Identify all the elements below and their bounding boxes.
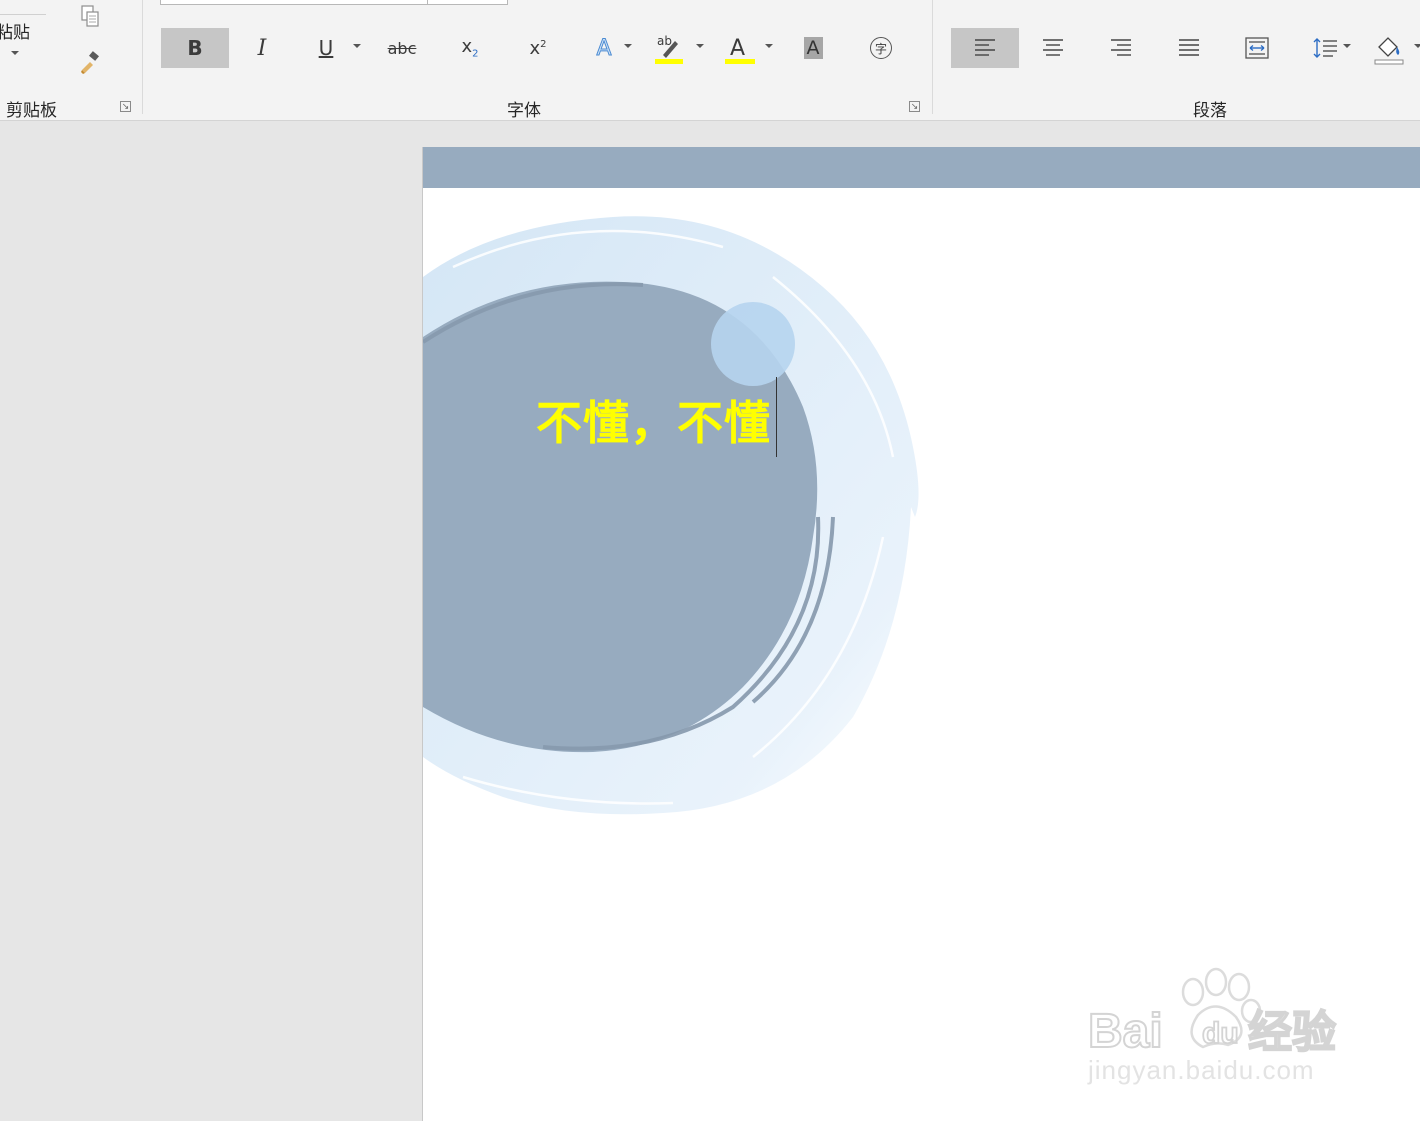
bold-button[interactable]: B [161, 28, 229, 68]
align-center-icon [1043, 39, 1063, 56]
align-left-icon [975, 39, 995, 56]
header-band [423, 147, 1420, 188]
strikethrough-icon: abc [387, 38, 417, 58]
highlight-button[interactable]: ab [652, 28, 686, 68]
align-right-button[interactable] [1104, 28, 1138, 68]
subscript-base: x [461, 36, 473, 58]
character-shading-button[interactable]: A [798, 28, 828, 68]
paragraph-group-label: 段落 [1193, 101, 1227, 121]
paste-label: 粘贴 [0, 23, 30, 43]
accent-circle [711, 302, 795, 386]
watermark-du: du [1202, 1017, 1239, 1050]
format-painter-button[interactable] [78, 50, 104, 76]
highlight-icon: ab [655, 34, 683, 64]
copy-icon [81, 5, 99, 27]
font-color-icon: A [725, 36, 755, 64]
baidu-paw-logo: Bai du 经验 [1088, 967, 1337, 1059]
paint-bucket-icon [1374, 37, 1404, 65]
enclose-characters-button[interactable]: 字 [866, 28, 896, 68]
ribbon: 粘贴 剪贴板 ↘ B I U abc x2 x2 A ab A A 字 字体 ↘… [0, 0, 1420, 121]
character-shading-icon: A [803, 37, 823, 59]
italic-button[interactable]: I [242, 28, 282, 68]
group-separator [932, 0, 933, 114]
subscript-button[interactable]: x2 [452, 28, 488, 68]
font-dialog-launcher-icon[interactable]: ↘ [909, 101, 920, 112]
strikethrough-button[interactable]: abc [382, 28, 422, 68]
underline-icon: U [318, 36, 334, 60]
underline-button[interactable]: U [308, 28, 344, 68]
svg-text:A: A [730, 36, 745, 61]
italic-icon: I [257, 35, 267, 61]
superscript-base: x [529, 37, 541, 59]
line-spacing-icon [1313, 38, 1337, 58]
paste-button[interactable]: 粘贴 [0, 0, 48, 70]
align-left-button[interactable] [951, 28, 1019, 68]
chevron-down-icon [11, 51, 19, 55]
subscript-small: 2 [472, 48, 479, 60]
headline-text[interactable]: 不懂，不懂 [536, 387, 771, 450]
subscript-icon: x2 [461, 36, 478, 60]
clipboard-dialog-launcher-icon[interactable]: ↘ [120, 101, 131, 112]
center-button[interactable] [1036, 28, 1070, 68]
copy-button[interactable] [78, 4, 104, 30]
distributed-button[interactable] [1240, 28, 1274, 68]
watermark-url: jingyan.baidu.com [1088, 1055, 1315, 1085]
superscript-small: 2 [540, 38, 547, 50]
line-spacing-dropdown-icon[interactable] [1343, 44, 1351, 48]
enclose-characters-icon: 字 [870, 37, 892, 59]
highlight-dropdown-icon[interactable] [696, 44, 704, 48]
align-right-icon [1111, 39, 1131, 56]
text-effects-icon: A [596, 35, 612, 61]
font-name-combobox[interactable] [160, 0, 508, 5]
text-effects-button[interactable]: A [588, 28, 620, 68]
text-cursor [776, 377, 777, 457]
group-separator [142, 0, 143, 114]
line-spacing-button[interactable] [1308, 28, 1342, 68]
ink-circle-graphic[interactable] [423, 207, 943, 847]
watermark-jingyan: 经验 [1248, 1007, 1336, 1058]
bold-icon: B [187, 36, 203, 60]
shading-dropdown-icon[interactable] [1414, 44, 1420, 48]
distributed-icon [1245, 37, 1269, 59]
format-painter-icon [81, 51, 99, 74]
text-effects-dropdown-icon[interactable] [624, 44, 632, 48]
svg-text:ab: ab [657, 34, 672, 48]
watermark-bai: Bai [1088, 1005, 1163, 1058]
underline-dropdown-icon[interactable] [353, 44, 361, 48]
font-group-label: 字体 [507, 101, 541, 121]
superscript-icon: x2 [529, 38, 546, 59]
superscript-button[interactable]: x2 [520, 28, 556, 68]
justify-icon [1179, 39, 1199, 56]
justify-button[interactable] [1172, 28, 1206, 68]
shading-button[interactable] [1372, 28, 1406, 68]
font-color-button[interactable]: A [722, 28, 756, 68]
clipboard-group-label: 剪贴板 [6, 101, 57, 121]
baidu-jingyan-watermark: Bai du 经验 jingyan.baidu.com [1088, 965, 1368, 1095]
font-color-dropdown-icon[interactable] [765, 44, 773, 48]
